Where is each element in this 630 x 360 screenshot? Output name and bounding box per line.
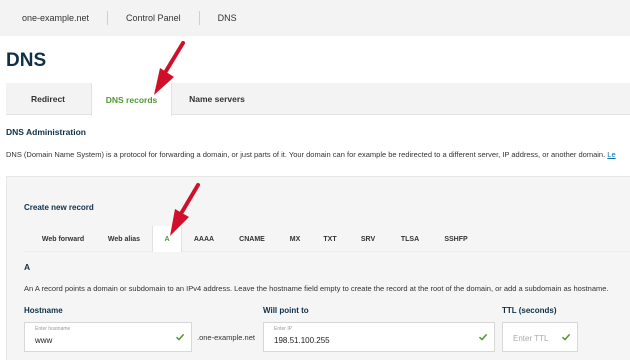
tab-txt[interactable]: TXT [312,226,348,252]
tab-web-alias[interactable]: Web alias [96,226,152,252]
page-title: DNS [6,50,47,71]
arrow-pointer-icon [154,41,185,95]
section-heading: DNS Administration [6,127,86,137]
breadcrumb-domain[interactable]: one-example.net [0,11,107,25]
domain-suffix: .one-example.net [197,333,255,342]
ip-label: Will point to [263,306,309,315]
intro-body: DNS (Domain Name System) is a protocol f… [6,150,606,159]
ip-field[interactable]: Enter IP 198.51.100.255 [263,322,495,352]
tab-tlsa[interactable]: TLSA [388,226,432,252]
ip-value: 198.51.100.255 [274,336,330,345]
tab-redirect[interactable]: Redirect [6,83,90,115]
breadcrumb-dns: DNS [217,13,237,23]
main-tabs: Redirect DNS records Name servers [6,83,630,116]
intro-text: DNS (Domain Name System) is a protocol f… [6,150,616,159]
breadcrumb: one-example.net Control Panel DNS [0,0,630,36]
tab-mx[interactable]: MX [280,226,310,252]
create-record-title: Create new record [24,203,94,212]
record-type-tabs: Web forward Web alias A AAAA CNAME MX TX… [24,226,630,252]
ip-placeholder: Enter IP [274,326,293,332]
check-icon [175,333,185,341]
learn-more-link[interactable]: Le [607,150,615,159]
check-icon [561,333,571,341]
hostname-placeholder: Enter hostname [35,326,71,332]
tab-srv[interactable]: SRV [348,226,388,252]
ttl-label: TTL (seconds) [502,306,557,315]
hostname-label: Hostname [24,306,63,315]
tab-cname[interactable]: CNAME [224,226,280,252]
arrow-pointer-icon [170,183,200,236]
hostname-value: www [35,336,53,345]
ttl-placeholder: Enter TTL [513,334,549,343]
check-icon [478,333,488,341]
tab-sshfp[interactable]: SSHFP [432,226,480,252]
tab-web-forward[interactable]: Web forward [30,226,96,252]
record-description: An A record points a domain or subdomain… [24,284,609,293]
ttl-field[interactable]: Enter TTL [502,322,578,352]
record-type-heading: A [24,262,31,272]
breadcrumb-control-panel[interactable]: Control Panel [108,11,199,25]
hostname-field[interactable]: Enter hostname www [24,322,192,352]
